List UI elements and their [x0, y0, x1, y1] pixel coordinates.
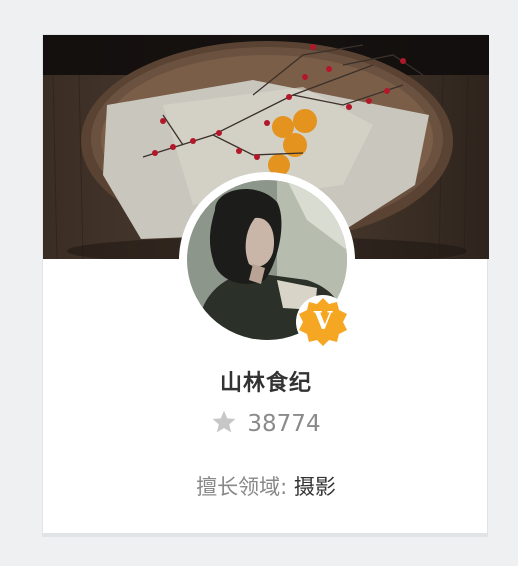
profile-name[interactable]: 山林食纪: [43, 365, 489, 397]
verified-badge-letter: V: [313, 306, 333, 335]
star-count: 38774: [43, 409, 489, 437]
profile-card[interactable]: V 山林食纪 38774 擅长领域: 摄影: [42, 34, 489, 534]
star-count-value: 38774: [247, 411, 321, 437]
specialty-label: 擅长领域:: [196, 475, 288, 499]
verified-badge-icon: V: [295, 294, 351, 350]
specialty: 擅长领域: 摄影: [43, 471, 489, 501]
star-icon: [211, 409, 237, 435]
specialty-value: 摄影: [293, 475, 336, 499]
